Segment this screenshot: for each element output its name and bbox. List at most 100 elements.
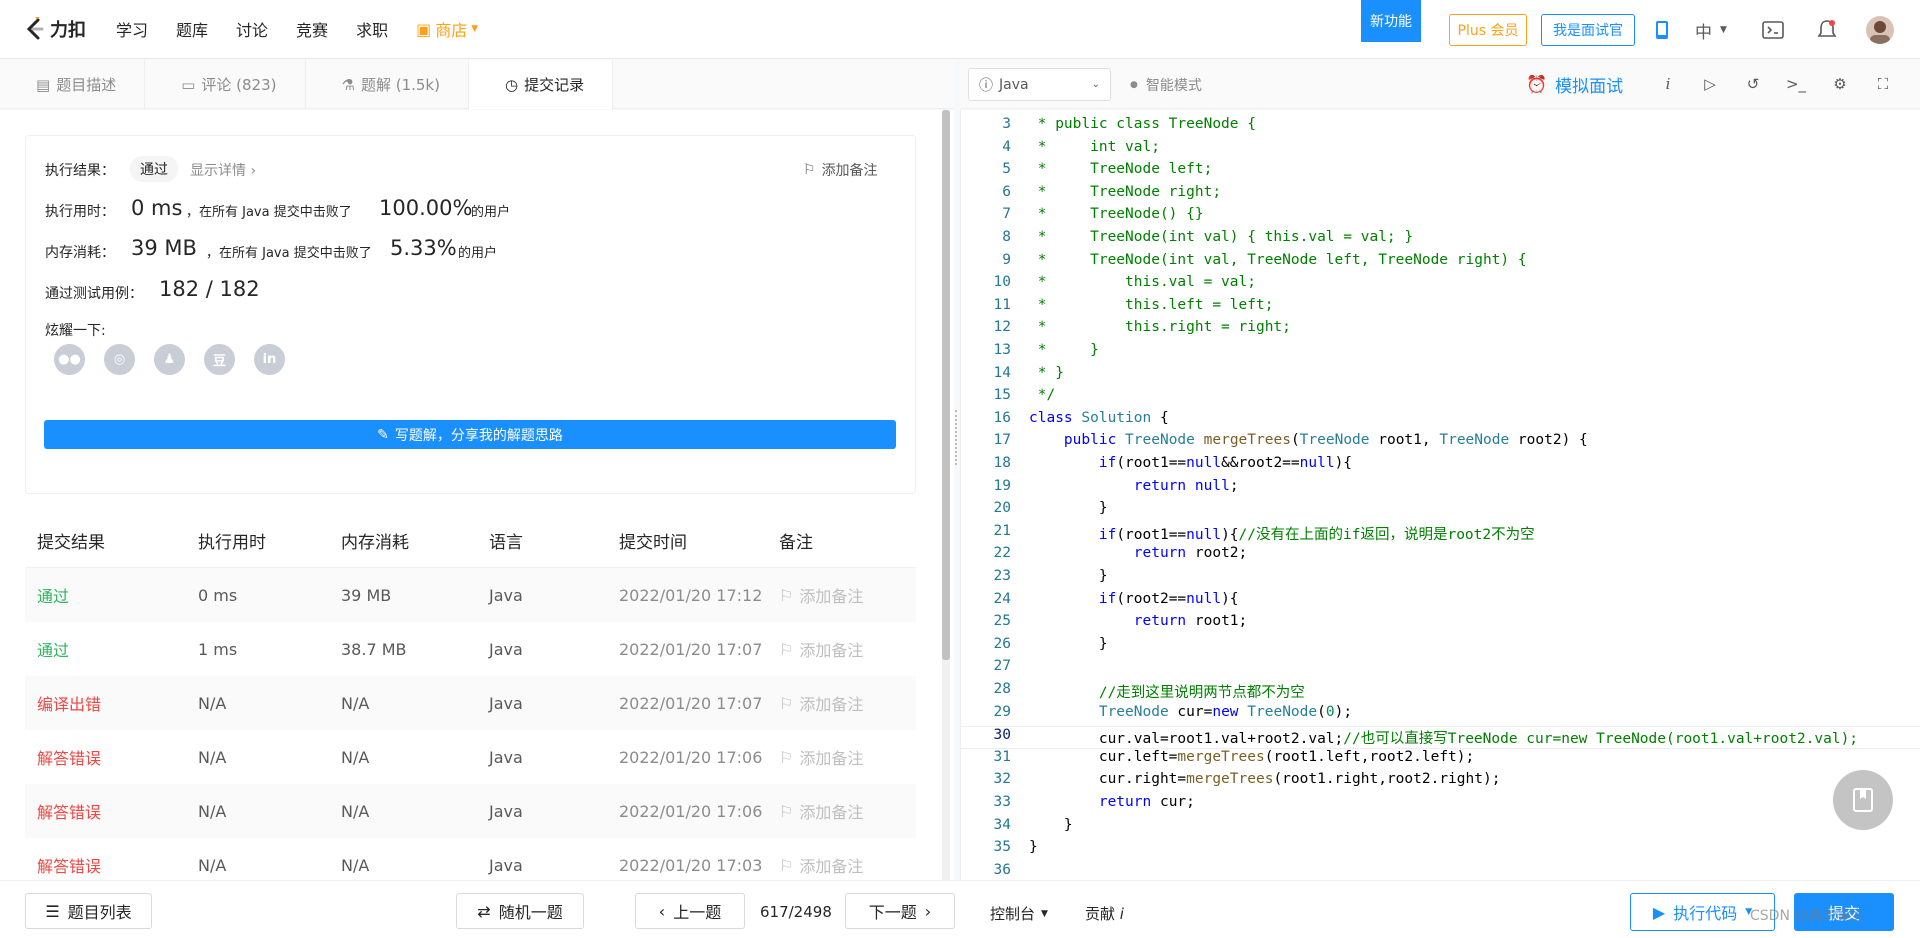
notebook-icon[interactable] bbox=[1833, 770, 1893, 830]
wechat-icon[interactable]: ●● bbox=[54, 344, 85, 375]
code-line[interactable]: 32 cur.right=mergeTrees(root1.right,root… bbox=[961, 771, 1920, 794]
code-line[interactable]: 33 return cur; bbox=[961, 794, 1920, 817]
row-status[interactable]: 编译出错 bbox=[25, 691, 198, 715]
code-line[interactable]: 5 * TreeNode left; bbox=[961, 161, 1920, 184]
row-add-note[interactable]: ⚐ 添加备注 bbox=[779, 799, 916, 823]
code-line[interactable]: 9 * TreeNode(int val, TreeNode left, Tre… bbox=[961, 252, 1920, 275]
code-line[interactable]: 22 return root2; bbox=[961, 545, 1920, 568]
resize-handle[interactable] bbox=[955, 410, 958, 465]
row-add-note[interactable]: ⚐ 添加备注 bbox=[779, 745, 916, 769]
nav-discuss[interactable]: 讨论 bbox=[236, 17, 268, 41]
row-status[interactable]: 解答错误 bbox=[25, 799, 198, 823]
language-switch[interactable]: 中 ▼ bbox=[1686, 18, 1736, 43]
code-editor[interactable]: 3 * public class TreeNode {4 * int val; 5… bbox=[960, 110, 1920, 880]
next-problem-button[interactable]: 下一题 › bbox=[845, 893, 955, 929]
code-line[interactable]: 21 if(root1==null){//没有在上面的if返回，说明是root2… bbox=[961, 523, 1920, 546]
contribute-button[interactable]: 贡献 i bbox=[1085, 903, 1124, 924]
nav-jobs[interactable]: 求职 bbox=[356, 17, 388, 41]
code-line[interactable]: 19 return null; bbox=[961, 478, 1920, 501]
smart-mode-toggle[interactable]: ● 智能模式 bbox=[1130, 75, 1202, 95]
table-row[interactable]: 编译出错 N/A N/A Java 2022/01/20 17:07 ⚐ 添加备注 bbox=[25, 676, 916, 730]
code-line[interactable]: 20 } bbox=[961, 500, 1920, 523]
table-row[interactable]: 通过 0 ms 39 MB Java 2022/01/20 17:12 ⚐ 添加备… bbox=[25, 568, 916, 622]
code-line[interactable]: 28 //走到这里说明两节点都不为空 bbox=[961, 681, 1920, 704]
code-line[interactable]: 3 * public class TreeNode { bbox=[961, 116, 1920, 139]
weibo-icon[interactable]: ◎ bbox=[104, 344, 135, 375]
row-status[interactable]: 解答错误 bbox=[25, 745, 198, 769]
write-solution-button[interactable]: ✎ 写题解，分享我的解题思路 bbox=[44, 420, 896, 449]
code-line[interactable]: 16 class Solution { bbox=[961, 410, 1920, 433]
logo[interactable]: 力扣 bbox=[24, 13, 86, 42]
code-line[interactable]: 29 TreeNode cur=new TreeNode(0); bbox=[961, 704, 1920, 727]
row-status[interactable]: 解答错误 bbox=[25, 853, 198, 877]
code-line[interactable]: 14 * } bbox=[961, 365, 1920, 388]
nav-problems[interactable]: 题库 bbox=[176, 17, 208, 41]
nav-contest[interactable]: 竞赛 bbox=[296, 17, 328, 41]
code-line[interactable]: 12 * this.right = right; bbox=[961, 319, 1920, 342]
code-line[interactable]: 6 * TreeNode right; bbox=[961, 184, 1920, 207]
code-line[interactable]: 17 public TreeNode mergeTrees(TreeNode r… bbox=[961, 432, 1920, 455]
code-line[interactable]: 18 if(root1==null&&root2==null){ bbox=[961, 455, 1920, 478]
nav-shop[interactable]: ▣ 商店 ▼ bbox=[416, 17, 478, 41]
code-text: * TreeNode() {} bbox=[1029, 206, 1204, 223]
code-line[interactable]: 24 if(root2==null){ bbox=[961, 591, 1920, 614]
row-date: 2022/01/20 17:06 bbox=[619, 747, 763, 767]
console-toggle[interactable]: 控制台 ▼ bbox=[990, 903, 1048, 924]
left-scrollbar-thumb[interactable] bbox=[942, 110, 950, 660]
code-line[interactable]: 31 cur.left=mergeTrees(root1.left,root2.… bbox=[961, 749, 1920, 772]
row-status[interactable]: 通过 bbox=[25, 637, 198, 661]
table-row[interactable]: 解答错误 N/A N/A Java 2022/01/20 17:06 ⚐ 添加备注 bbox=[25, 730, 916, 784]
code-line[interactable]: 8 * TreeNode(int val) { this.val = val; … bbox=[961, 229, 1920, 252]
language-select[interactable]: ⓘ Java ⌄ bbox=[968, 68, 1111, 101]
code-line[interactable]: 27 bbox=[961, 658, 1920, 681]
code-line[interactable]: 7 * TreeNode() {} bbox=[961, 206, 1920, 229]
row-add-note[interactable]: ⚐ 添加备注 bbox=[779, 637, 916, 661]
tab-description[interactable]: ▤ 题目描述 bbox=[0, 60, 146, 109]
interviewer-button[interactable]: 我是面试官 bbox=[1541, 14, 1635, 46]
avatar[interactable] bbox=[1866, 16, 1894, 44]
code-line[interactable]: 15 */ bbox=[961, 387, 1920, 410]
code-line[interactable]: 11 * this.left = left; bbox=[961, 297, 1920, 320]
code-line[interactable]: 10 * this.val = val; bbox=[961, 274, 1920, 297]
linkedin-icon[interactable]: in bbox=[254, 344, 285, 375]
reset-icon[interactable]: ↺ bbox=[1743, 74, 1763, 94]
nav-learn[interactable]: 学习 bbox=[116, 17, 148, 41]
prev-problem-button[interactable]: ‹ 上一题 bbox=[635, 893, 745, 929]
tab-solutions[interactable]: ⚗ 题解 (1.5k) bbox=[306, 60, 469, 109]
code-line[interactable]: 4 * int val; bbox=[961, 139, 1920, 162]
table-row[interactable]: 通过 1 ms 38.7 MB Java 2022/01/20 17:07 ⚐ 添… bbox=[25, 622, 916, 676]
code-line[interactable]: 30 cur.val=root1.val+root2.val;//也可以直接写T… bbox=[961, 726, 1920, 749]
row-add-note[interactable]: ⚐ 添加备注 bbox=[779, 853, 916, 877]
qq-icon[interactable]: ♟ bbox=[154, 344, 185, 375]
code-line[interactable]: 25 return root1; bbox=[961, 613, 1920, 636]
random-problem-button[interactable]: ⇄ 随机一题 bbox=[456, 893, 584, 929]
row-time: 1 ms bbox=[198, 639, 238, 659]
code-line[interactable]: 13 * } bbox=[961, 342, 1920, 365]
mobile-icon[interactable] bbox=[1650, 18, 1674, 42]
info-italic-icon[interactable]: i bbox=[1658, 74, 1678, 94]
row-add-note[interactable]: ⚐ 添加备注 bbox=[779, 691, 916, 715]
add-note-button[interactable]: ⚐ 添加备注 bbox=[803, 160, 878, 180]
row-add-note[interactable]: ⚐ 添加备注 bbox=[779, 583, 916, 607]
show-details-link[interactable]: 显示详情 › bbox=[190, 160, 256, 180]
fullscreen-icon[interactable]: ⛶ bbox=[1873, 74, 1893, 94]
code-line[interactable]: 26 } bbox=[961, 636, 1920, 659]
settings-gear-icon[interactable]: ⚙ bbox=[1830, 74, 1850, 94]
douban-icon[interactable]: 豆 bbox=[204, 344, 235, 375]
notification-bell-icon[interactable] bbox=[1815, 18, 1839, 42]
problem-list-button[interactable]: ☰ 题目列表 bbox=[25, 893, 152, 929]
table-row[interactable]: 解答错误 N/A N/A Java 2022/01/20 17:06 ⚐ 添加备注 bbox=[25, 784, 916, 838]
playground-icon[interactable] bbox=[1761, 18, 1785, 42]
mock-interview-button[interactable]: ⏰ 模拟面试 bbox=[1526, 72, 1623, 98]
code-line[interactable]: 23 } bbox=[961, 568, 1920, 591]
row-status[interactable]: 通过 bbox=[25, 583, 198, 607]
play-debug-icon[interactable]: ▷ bbox=[1700, 74, 1720, 94]
tab-submissions[interactable]: ◷ 提交记录 bbox=[468, 60, 614, 109]
terminal-icon[interactable]: >_ bbox=[1786, 74, 1806, 94]
new-feature-badge[interactable]: 新功能 bbox=[1361, 0, 1421, 42]
code-line[interactable]: 35} bbox=[961, 839, 1920, 862]
code-line[interactable]: 34 } bbox=[961, 817, 1920, 840]
tab-comments[interactable]: ▭ 评论 (823) bbox=[145, 60, 306, 109]
code-line[interactable]: 36 bbox=[961, 862, 1920, 880]
plus-member-button[interactable]: Plus 会员 bbox=[1449, 14, 1527, 46]
